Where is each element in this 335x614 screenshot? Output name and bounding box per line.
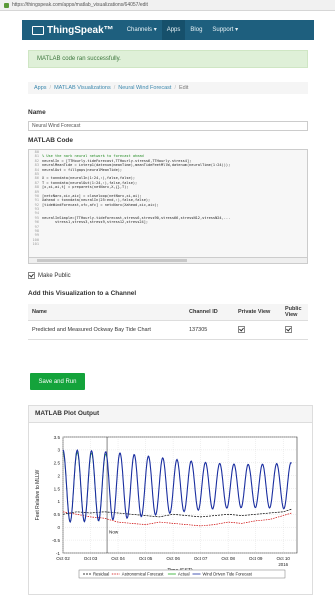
x-tick-label: Oct 04 <box>111 556 125 561</box>
top-navbar: ThingSpeak™ Channels ▾ Apps Blog Support… <box>22 20 314 40</box>
breadcrumb-separator: / <box>174 85 176 91</box>
x-tick-label: Oct 03 <box>84 556 98 561</box>
now-annotation: Now <box>109 530 119 535</box>
legend-label-actual: Actual <box>178 572 190 577</box>
plot-panel-title: MATLAB Plot Output <box>29 406 312 423</box>
code-text: T = tonndata(neuralOut(1:24,:),false,fal… <box>42 180 138 185</box>
code-text: neuralMeanTide = interp1(datenum(meanTim… <box>42 163 231 168</box>
nav-apps[interactable]: Apps <box>161 20 186 40</box>
x-tick-label: Oct 10 <box>276 556 290 561</box>
scrollbar-thumb[interactable] <box>37 259 187 262</box>
code-text: Xahead = tonndata(neuralIn(25:end,:),fal… <box>42 198 151 203</box>
code-text: stress1,stress3,stress9,stress12,stress2… <box>42 220 149 225</box>
table-row: Predicted and Measured Ockway Bay Tide C… <box>28 320 308 340</box>
code-editor[interactable]: 80 81% Use the nark neural network to for… <box>28 149 308 258</box>
y-tick-label: 0.5 <box>54 512 61 517</box>
x-tick-label: Oct 09 <box>249 556 263 561</box>
legend-label-wind: Wind Driven Tide Forecast <box>203 572 253 577</box>
y-axis-label: Feet Relative to MLLW <box>35 469 41 520</box>
y-tick-label: -0.5 <box>52 538 60 543</box>
public-view-checkbox[interactable] <box>285 325 292 333</box>
breadcrumb-separator: / <box>113 85 116 91</box>
chat-bubble-icon <box>32 25 44 35</box>
browser-url-bar[interactable]: https://thingspeak.com/apps/matlab_visua… <box>0 0 335 11</box>
name-label: Name <box>28 109 46 116</box>
col-public-view: Public View <box>281 304 308 321</box>
y-tick-label: 2.5 <box>54 461 61 466</box>
channel-section-label: Add this Visualization to a Channel <box>28 290 137 297</box>
code-text: neuralOut = fillgaps(neuralMeanTide); <box>42 167 123 172</box>
legend-label-residual: Residual <box>93 572 109 577</box>
col-private-view: Private View <box>234 304 281 321</box>
success-alert: MATLAB code ran successfully. <box>28 50 308 68</box>
breadcrumb-visualizations[interactable]: MATLAB Visualizations <box>54 85 111 91</box>
public-view-cell <box>281 320 308 340</box>
table-header-row: Name Channel ID Private View Public View <box>28 304 308 321</box>
legend-label-astro: Astronomical Forecast <box>122 572 164 577</box>
lock-icon <box>4 2 9 8</box>
make-public-checkbox[interactable] <box>28 272 35 279</box>
channel-id: 137305 <box>185 320 234 340</box>
code-text: [netcNarx,xic,aic] = closeloop(netNarx,x… <box>42 193 142 198</box>
x-tick-label: Oct 05 <box>139 556 153 561</box>
code-text: [tideWindForecast,xfc,afc] = netcNarx(Xa… <box>42 202 159 207</box>
nav-channels[interactable]: Channels ▾ <box>122 20 162 40</box>
y-tick-label: 3 <box>57 448 60 453</box>
channel-table: Name Channel ID Private View Public View… <box>28 304 308 340</box>
code-text: % Use the nark neural network to forecas… <box>42 154 144 159</box>
tide-forecast-chart: -1-0.500.511.522.533.5Oct 02 Oct 03 Oct 04… <box>35 435 298 579</box>
code-horizontal-scrollbar[interactable] <box>28 258 308 264</box>
col-channel-id: Channel ID <box>185 304 234 321</box>
code-text: neuralIn = [TTHourly.tideForecast,TTHour… <box>42 158 192 163</box>
x-tick-label: Oct 08 <box>221 556 235 561</box>
nav-support[interactable]: Support ▾ <box>207 20 243 40</box>
y-tick-label: 0 <box>57 525 60 530</box>
x-tick-label: Oct 07 <box>194 556 208 561</box>
channel-name: Predicted and Measured Ockway Bay Tide C… <box>28 320 185 340</box>
url-text[interactable]: https://thingspeak.com/apps/matlab_visua… <box>12 2 148 8</box>
breadcrumb-item[interactable]: Neural Wind Forecast <box>118 85 171 91</box>
save-and-run-button[interactable]: Save and Run <box>30 373 85 390</box>
private-view-cell <box>234 320 281 340</box>
private-view-checkbox[interactable] <box>238 325 245 333</box>
y-tick-label: 2 <box>57 473 60 478</box>
x-tick-label: Oct 02 <box>56 556 70 561</box>
y-tick-label: 1.5 <box>54 486 61 491</box>
alert-message: MATLAB code ran successfully. <box>37 56 121 62</box>
col-name: Name <box>28 304 185 321</box>
breadcrumb-separator: / <box>49 85 52 91</box>
logo-text: ThingSpeak™ <box>47 24 114 36</box>
make-public-toggle[interactable]: Make Public <box>28 272 71 279</box>
name-input[interactable]: Neural Wind Forecast <box>28 121 308 131</box>
breadcrumb: Apps / MATLAB Visualizations / Neural Wi… <box>28 82 308 94</box>
thingspeak-logo[interactable]: ThingSpeak™ <box>32 25 114 36</box>
nav-blog[interactable]: Blog <box>185 20 207 40</box>
make-public-label: Make Public <box>38 272 71 279</box>
y-tick-label: 1 <box>57 499 60 504</box>
code-text: [x,xi,ai,t] = preparets(netNarx,X,{},T); <box>42 185 129 190</box>
plot-area <box>62 436 298 554</box>
code-text: X = tonndata(neuralIn(1:24,:),false,fals… <box>42 176 136 181</box>
breadcrumb-current: Edit <box>178 85 189 91</box>
y-tick-label: 3.5 <box>54 435 61 440</box>
plot-output-panel: MATLAB Plot Output -1 -0.5 0 0.5 1 1.5 2 2.5 3 3.… <box>28 405 313 595</box>
breadcrumb-apps[interactable]: Apps <box>34 85 47 91</box>
code-text: neuralInSimple=[TTHourly.tideForecast,st… <box>42 215 231 220</box>
x-tick-year: 2016 <box>278 562 288 567</box>
x-tick-label: Oct 06 <box>166 556 180 561</box>
line-number: 101 <box>32 242 40 247</box>
code-label: MATLAB Code <box>28 137 74 144</box>
code-line[interactable]: 101 <box>29 242 307 246</box>
